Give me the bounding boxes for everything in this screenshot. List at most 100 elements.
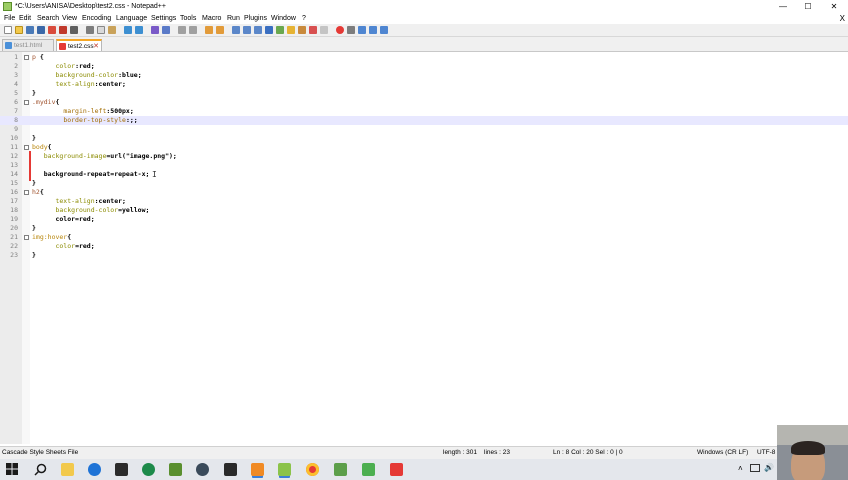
menu-help[interactable]: ? [302,13,306,24]
store-icon[interactable] [115,463,128,476]
menu-window[interactable]: Window [271,13,296,24]
code-line[interactable]: 4 text-align:center; [0,80,848,89]
red-app-icon[interactable] [390,463,403,476]
close-button[interactable]: ✕ [821,0,847,13]
code-line[interactable]: 22 color=red; [0,242,848,251]
green-app-icon[interactable] [362,463,375,476]
sublime-like-icon[interactable] [334,463,347,476]
folder-workspace-icon[interactable] [298,26,306,34]
run-macro-multiple-icon[interactable] [369,26,377,34]
menu-encoding[interactable]: Encoding [82,13,111,24]
save-macro-icon[interactable] [380,26,388,34]
code-line[interactable]: 14 background-repeat=repeat-x; [0,170,848,179]
edge-icon[interactable] [88,463,101,476]
code-line[interactable]: 20} [0,224,848,233]
code-line[interactable]: 23} [0,251,848,260]
close-file-icon[interactable] [48,26,56,34]
code-editor[interactable]: 1p {2 color:red; 3 background-color:blue;… [0,52,848,444]
close-all-icon[interactable] [59,26,67,34]
menu-edit[interactable]: Edit [19,13,31,24]
sync-horizontal-icon[interactable] [216,26,224,34]
monitoring-icon[interactable] [309,26,317,34]
notepadpp-taskbar-icon[interactable] [278,463,291,476]
menu-view[interactable]: View [62,13,77,24]
replace-icon[interactable] [162,26,170,34]
sync-vertical-icon[interactable] [205,26,213,34]
fold-toggle-icon[interactable] [24,235,29,240]
fold-toggle-icon[interactable] [24,190,29,195]
menu-settings[interactable]: Settings [151,13,176,24]
code-line[interactable]: 6 .mydiv{ [0,98,848,107]
fold-toggle-icon[interactable] [24,145,29,150]
print-icon[interactable] [70,26,78,34]
code-line[interactable]: 1 p { [0,53,848,62]
open-file-icon[interactable] [15,26,23,34]
code-line[interactable]: 15} [0,179,848,188]
menu-search[interactable]: Search [37,13,59,24]
stop-record-icon[interactable] [347,26,355,34]
menu-file[interactable]: File [4,13,15,24]
redo-icon[interactable] [135,26,143,34]
xbox-icon[interactable] [142,463,155,476]
code-line[interactable]: 16 h2{ [0,188,848,197]
code-line[interactable]: 8 border-top-style:;; [0,116,848,125]
code-line[interactable]: 13 [0,161,848,170]
search-icon[interactable] [34,463,47,476]
paste-icon[interactable] [108,26,116,34]
windows-start-icon[interactable] [6,463,18,475]
maximize-button[interactable]: ☐ [795,0,821,13]
code-line[interactable]: 21 img:hover{ [0,233,848,242]
code-line[interactable]: 12 background-image=url("image.png"); [0,152,848,161]
find-icon[interactable] [151,26,159,34]
save-all-icon[interactable] [37,26,45,34]
zoom-out-icon[interactable] [189,26,197,34]
orange-app-icon[interactable] [251,463,264,476]
function-list-icon[interactable] [287,26,295,34]
doc-map-icon[interactable] [276,26,284,34]
show-all-characters-icon[interactable] [243,26,251,34]
android-studio-icon[interactable] [169,463,182,476]
menu-plugins[interactable]: Plugins [244,13,267,24]
code-line[interactable]: 18 background-color=yellow; [0,206,848,215]
code-line[interactable]: 2 color:red; [0,62,848,71]
file-explorer-icon[interactable] [61,463,74,476]
battery-icon[interactable] [750,464,760,472]
menu-tools[interactable]: Tools [180,13,196,24]
code-line[interactable]: 17 text-align:center; [0,197,848,206]
tab-close-icon[interactable]: ✕ [93,41,99,52]
code-line[interactable]: 7 margin-left:500px; [0,107,848,116]
tray-chevron-icon[interactable]: ˄ [738,464,743,473]
zoom-in-icon[interactable] [178,26,186,34]
save-icon[interactable] [26,26,34,34]
menu-language[interactable]: Language [116,13,147,24]
word-wrap-icon[interactable] [232,26,240,34]
cut-icon[interactable] [86,26,94,34]
indent-guide-icon[interactable] [254,26,262,34]
code-line[interactable]: 19 color=red; [0,215,848,224]
close-document-button[interactable]: X [840,13,845,24]
fold-toggle-icon[interactable] [24,55,29,60]
minimize-button[interactable]: — [770,0,796,13]
menu-macro[interactable]: Macro [202,13,221,24]
undo-icon[interactable] [124,26,132,34]
tab-test2-css[interactable]: test2.css ✕ [56,39,102,51]
code-line[interactable]: 3 background-color:blue; [0,71,848,80]
volume-icon[interactable]: 🔊 [764,463,774,472]
code-line[interactable]: 5} [0,89,848,98]
new-file-icon[interactable] [4,26,12,34]
code-line[interactable]: 9 [0,125,848,134]
chrome-icon[interactable] [306,463,319,476]
code-line[interactable]: 10} [0,134,848,143]
language-icon[interactable] [265,26,273,34]
photos-icon[interactable] [224,463,237,476]
menu-run[interactable]: Run [227,13,240,24]
fold-toggle-icon[interactable] [24,100,29,105]
record-macro-icon[interactable] [336,26,344,34]
copy-icon[interactable] [97,26,105,34]
record-macro-blank-icon[interactable] [320,26,328,34]
support-icon[interactable] [196,463,209,476]
playback-macro-icon[interactable] [358,26,366,34]
code-line[interactable]: 11 body{ [0,143,848,152]
tab-test1-html[interactable]: test1.html [2,39,54,51]
